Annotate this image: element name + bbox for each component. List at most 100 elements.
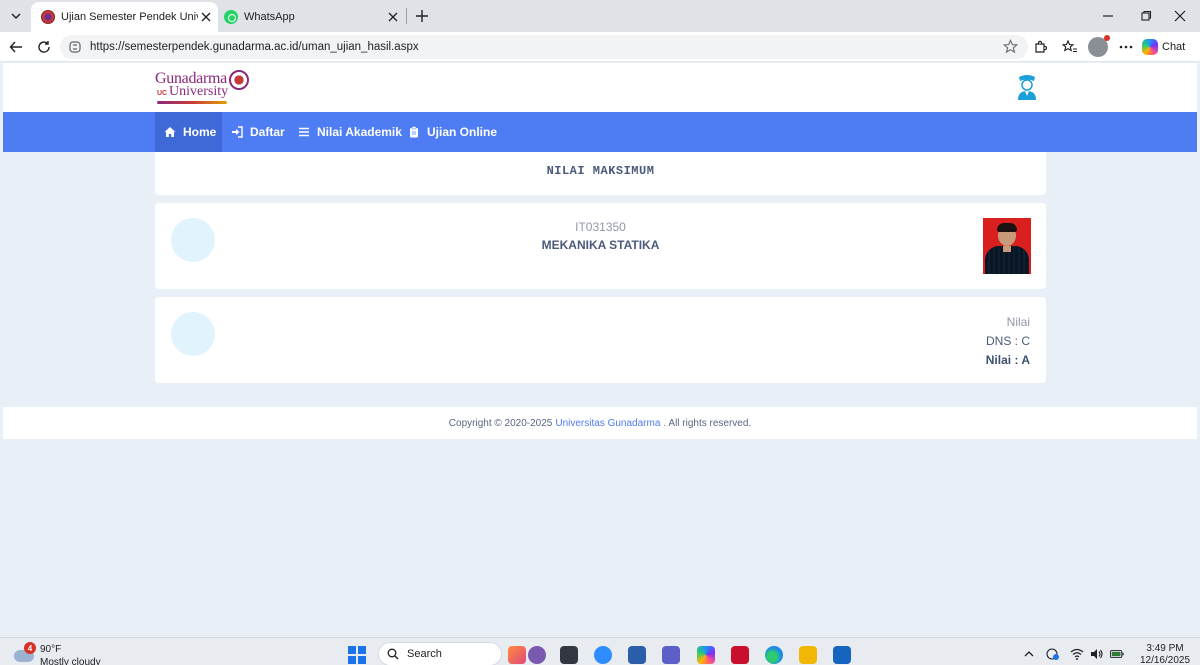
hat-app-icon[interactable]: [528, 646, 546, 664]
edge-icon[interactable]: [765, 646, 783, 664]
nav-label: Daftar: [250, 125, 285, 139]
nav-daftar[interactable]: Daftar: [231, 112, 285, 152]
reload-button[interactable]: [34, 37, 54, 57]
nav-home[interactable]: Home: [155, 112, 222, 152]
gunadarma-logo[interactable]: Gunadarma UC University: [155, 68, 251, 106]
logo-uc: UC: [157, 90, 168, 97]
nilai-label: Nilai: [1006, 315, 1030, 329]
tab-title: WhatsApp: [244, 11, 295, 23]
more-menu-button[interactable]: [1116, 37, 1136, 57]
weather-badge: 4: [24, 642, 36, 654]
final-grade: Nilai : A: [985, 353, 1030, 367]
arrow-left-icon: [9, 41, 22, 53]
battery-tray-icon[interactable]: [1110, 648, 1124, 660]
task-view-icon[interactable]: [560, 646, 578, 664]
tab-list-button[interactable]: [6, 6, 26, 26]
tab-close-button[interactable]: [198, 9, 214, 25]
tab-separator: [406, 8, 407, 24]
result-card: Nilai DNS : C Nilai : A: [155, 297, 1046, 383]
browser-toolbar: https://semesterpendek.gunadarma.ac.id/u…: [0, 32, 1200, 62]
mcafee-icon[interactable]: [731, 646, 749, 664]
news-app-icon[interactable]: [833, 646, 851, 664]
window-close-button[interactable]: [1160, 4, 1200, 28]
page-title: NILAI MAKSIMUM: [546, 164, 655, 178]
battery-icon: [1110, 650, 1124, 658]
tab-gunadarma[interactable]: Ujian Semester Pendek Universitas: [31, 2, 218, 32]
copilot-taskbar-icon[interactable]: [697, 646, 715, 664]
nav-label: Ujian Online: [427, 125, 498, 139]
site-header: Gunadarma UC University: [3, 63, 1197, 112]
copilot-chat-button[interactable]: Chat: [1142, 36, 1194, 58]
chevron-up-icon: [1024, 651, 1034, 657]
volume-tray-icon[interactable]: [1090, 648, 1104, 660]
course-code: IT031350: [575, 220, 626, 234]
minimize-icon: [1103, 15, 1113, 17]
footer-rights: . All rights reserved.: [663, 417, 752, 429]
nav-ujian-online[interactable]: Ujian Online: [408, 112, 497, 152]
logo-tagline-bar: [157, 101, 227, 104]
url-text: https://semesterpendek.gunadarma.ac.id/u…: [90, 41, 419, 53]
file-explorer-icon[interactable]: [799, 646, 817, 664]
taskbar-clock[interactable]: 3:49 PM 12/16/2025: [1136, 643, 1194, 665]
university-seal-icon: [229, 70, 249, 90]
windows-taskbar: 4 90°F Mostly cloudy Search 3:49 PM 12/1…: [0, 637, 1200, 665]
speaker-icon: [1091, 649, 1103, 659]
back-button[interactable]: [6, 37, 26, 57]
site-info-icon[interactable]: [68, 40, 82, 54]
nav-nilai-akademik[interactable]: Nilai Akademik: [298, 112, 402, 152]
footer-copyright: Copyright © 2020-2025: [448, 417, 553, 429]
favorites-button[interactable]: [1060, 37, 1080, 57]
student-photo: [983, 218, 1031, 274]
start-button[interactable]: [348, 646, 366, 664]
dns-value: DNS : C: [985, 334, 1030, 348]
nav-label: Nilai Akademik: [317, 125, 402, 139]
store-icon[interactable]: [628, 646, 646, 664]
weather-temp: 90°F: [40, 644, 62, 655]
puzzle-icon: [1035, 40, 1047, 53]
tab-title: Ujian Semester Pendek Universitas: [61, 11, 198, 23]
widgets-app-icon[interactable]: [508, 646, 526, 664]
zoom-icon[interactable]: [594, 646, 612, 664]
new-tab-button[interactable]: [412, 6, 432, 26]
extensions-button[interactable]: [1030, 37, 1050, 57]
taskbar-search[interactable]: Search: [378, 642, 502, 665]
teams-icon[interactable]: [662, 646, 680, 664]
chevron-down-icon: [11, 13, 21, 20]
wifi-icon: [1070, 648, 1084, 660]
reload-icon: [38, 41, 50, 53]
user-menu-button[interactable]: [1014, 74, 1040, 102]
tab-whatsapp[interactable]: WhatsApp: [220, 2, 405, 32]
security-tray-icon[interactable]: [1046, 648, 1060, 660]
main-navbar: Home Daftar Nilai Akademik Ujian Online: [3, 112, 1197, 152]
result-avatar-circle: [171, 312, 215, 356]
site-footer: Copyright © 2020-2025 Universitas Gunada…: [3, 407, 1197, 439]
weather-widget[interactable]: 4 90°F Mostly cloudy: [14, 642, 104, 665]
minimize-button[interactable]: [1088, 4, 1128, 28]
nav-label: Home: [183, 125, 217, 139]
copilot-icon: [1142, 39, 1158, 55]
home-icon: [164, 127, 176, 137]
tab-close-button[interactable]: [385, 9, 401, 25]
weather-condition: Mostly cloudy: [40, 657, 101, 665]
favorite-button[interactable]: [1002, 39, 1019, 59]
wifi-tray-icon[interactable]: [1070, 648, 1084, 660]
show-hidden-icons[interactable]: [1022, 648, 1036, 660]
profile-avatar[interactable]: [1088, 35, 1110, 57]
footer-university-link[interactable]: Universitas Gunadarma: [555, 418, 660, 429]
logo-text-line2: University: [169, 84, 229, 99]
sign-in-icon: [232, 126, 243, 138]
address-bar[interactable]: https://semesterpendek.gunadarma.ac.id/u…: [60, 35, 1028, 59]
title-card: NILAI MAKSIMUM: [155, 152, 1046, 195]
list-icon: [299, 127, 309, 137]
chat-label: Chat: [1162, 41, 1186, 53]
more-horizontal-icon: [1119, 45, 1133, 49]
search-placeholder: Search: [407, 648, 442, 660]
close-icon: [388, 12, 398, 22]
close-icon: [201, 12, 211, 22]
whatsapp-favicon-icon: [224, 10, 238, 24]
clipboard-icon: [410, 126, 418, 138]
clock-time: 3:49 PM: [1146, 643, 1184, 654]
course-name: MEKANIKA STATIKA: [541, 238, 660, 252]
cloud-sync-icon: [1046, 648, 1059, 660]
search-icon: [387, 648, 399, 660]
